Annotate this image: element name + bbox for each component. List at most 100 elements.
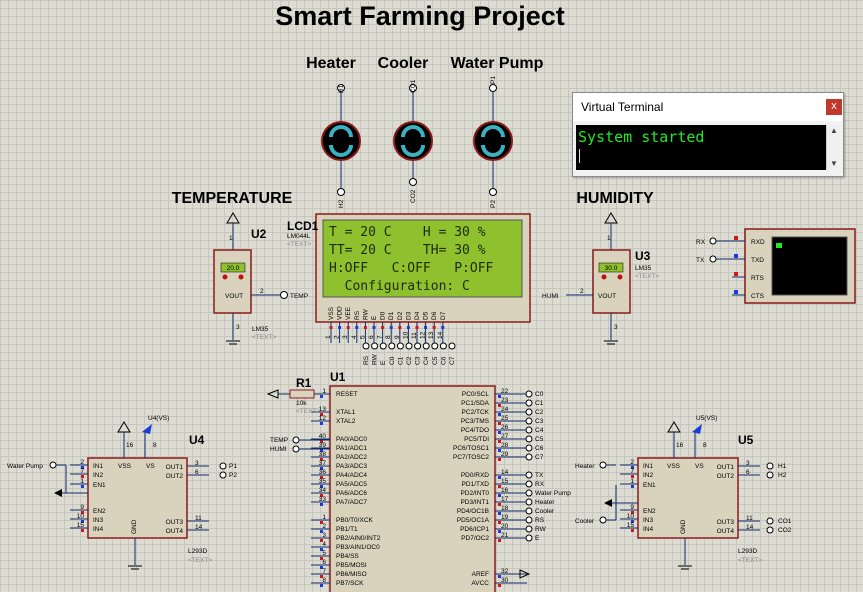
u4-left-pin-number: 2 <box>80 459 84 466</box>
virtual-terminal-symbol[interactable]: RXD TXD RTS CTS RX TX <box>696 228 856 304</box>
mcu-left-pin-number: 38 <box>319 451 327 458</box>
lcd-pin-marker <box>424 326 428 329</box>
mcu-left-pin-number: 2 <box>322 523 326 530</box>
lcd-pin-name: D1 <box>388 311 395 320</box>
schematic-canvas[interactable]: Smart Farming Project Heater Cooler Wate… <box>0 0 863 592</box>
mcu-net-label: RS <box>535 517 545 524</box>
mcu-left-pin-name: PA3/ADC3 <box>336 463 367 470</box>
u5-pin-marker <box>631 529 634 532</box>
r1-value: 10k <box>296 400 307 407</box>
lcd-pin-marker <box>389 326 393 329</box>
project-title: Smart Farming Project <box>275 1 565 31</box>
mcu-right-pin-number: 26 <box>501 424 509 431</box>
u5-left-pin-name: EN1 <box>643 482 656 489</box>
u4-out1-net: P1 <box>229 463 237 470</box>
cooler-motor[interactable]: CO1 CO2 <box>393 79 433 203</box>
u3-ref: U3 <box>635 249 651 263</box>
lcd-pin-number: 12 <box>420 331 427 339</box>
water-pump-motor[interactable]: P1 P2 <box>473 76 513 208</box>
u2-pin1: 1 <box>229 235 233 242</box>
mcu-pin-marker <box>320 503 323 506</box>
u2-vout-label: VOUT <box>225 293 243 300</box>
mcu-net-terminal <box>525 480 533 488</box>
u5-out3-net: CO1 <box>778 518 792 525</box>
lcd-pin-marker <box>381 326 385 329</box>
lcd-bus-label: RS <box>363 355 370 365</box>
mcu-right-pin-name: PD2/INT0 <box>460 490 489 497</box>
mcu-temp-net: TEMP <box>270 437 288 444</box>
lcd-pin-marker <box>338 326 342 329</box>
motor-driver-u5[interactable]: U5 U5(VS) 16 8 VSS VS GND 2 IN1 7 IN2 1 EN1 9 E… <box>575 415 792 570</box>
lcd-bus-label: C0 <box>389 356 396 365</box>
mcu-left-pin-name: PB0/T0/XCK <box>336 517 374 524</box>
u5-pin8: 8 <box>703 442 707 449</box>
mcu-pin-marker <box>498 458 501 461</box>
mcu-right-pin-number: 28 <box>501 442 509 449</box>
u5-left-pin-number: 7 <box>630 468 634 475</box>
mcu-net-terminal <box>525 426 533 434</box>
mcu-net-label: Cooler <box>535 508 555 515</box>
lcd-bus-label: C7 <box>449 356 456 365</box>
u5-out4-net: CO2 <box>778 527 792 534</box>
u5-left-pin-number: 10 <box>627 513 635 520</box>
lcd-pin-marker <box>415 326 419 329</box>
u5-left-pin-name: IN3 <box>643 517 654 524</box>
u3-display: 30.0 <box>605 265 618 272</box>
mcu-pin-marker <box>320 422 323 425</box>
lcd-bus-label: RW <box>372 353 379 365</box>
scroll-down-icon[interactable]: ▼ <box>828 159 840 169</box>
u4-vs: VS <box>146 463 155 470</box>
terminal-scrollbar[interactable]: ▲ ▼ <box>826 125 841 170</box>
humidity-sensor-u3[interactable]: 30.0 VOUT HUMI U3 1 2 3 LM35 <TEXT> <box>542 212 659 345</box>
mcu-right-pin-number: 24 <box>501 406 509 413</box>
mcu-left-pin-number: 6 <box>322 559 326 566</box>
mcu-left-pin-name: RESET <box>336 391 358 398</box>
u4-left-pin-name: IN2 <box>93 472 104 479</box>
mcu-right-pin-name: AVCC <box>471 580 489 587</box>
mcu-right-pin-number: 27 <box>501 433 509 440</box>
mcu-net-terminal <box>525 525 533 533</box>
mcu-right-pin-name: PD5/OC1A <box>457 517 490 524</box>
cooler-bottom-pin-label: CO2 <box>410 189 417 203</box>
u5-pin-marker <box>631 485 634 488</box>
mcu-net-label: C4 <box>535 427 544 434</box>
lcd-line-4: Configuration: C <box>329 279 470 294</box>
mcu-left-pin-name: PB6/MISO <box>336 571 367 578</box>
terminal-output-area[interactable]: System started <box>576 125 826 170</box>
mcu-left-pin-number: 37 <box>319 460 327 467</box>
lcd-pin-number: 11 <box>411 332 418 339</box>
u4-right-pin-number: 14 <box>195 524 203 531</box>
u5-right-pin-name: OUT4 <box>717 528 735 535</box>
mcu-right-pin-number: 14 <box>501 469 509 476</box>
u5-right-pin-name: OUT1 <box>717 464 735 471</box>
u3-vout-label: VOUT <box>598 293 616 300</box>
lcd-bus-terminal <box>371 342 379 350</box>
u5-right-pin-number: 14 <box>746 524 754 531</box>
mcu-net-terminal <box>525 435 533 443</box>
mcu-right-pin-name: PC1/SDA <box>461 400 489 407</box>
mcu-left-pin-name: PA7/ADC7 <box>336 499 367 506</box>
u5-right-pin-name: OUT2 <box>717 473 735 480</box>
mcu-right-pin-name: PD4/OC1B <box>457 508 489 515</box>
mcu-right-pin-name: PC4/TDO <box>461 427 489 434</box>
close-button[interactable]: x <box>826 99 842 115</box>
mcu-right-pin-name: PC0/SCL <box>462 391 489 398</box>
motor-driver-u4[interactable]: U4 U4(VS) 16 8 VSS VS GND 2 IN1 7 IN2 1 EN1 9 E… <box>7 415 237 570</box>
lcd-display[interactable]: T = 20 C H = 30 % TT= 20 C TH= 30 % H:OF… <box>287 213 531 365</box>
u2-text: <TEXT> <box>252 334 276 341</box>
mcu-left-pin-number: 33 <box>319 496 327 503</box>
u5-right-pin-number: 11 <box>746 515 753 522</box>
u5-gnd: GND <box>680 519 687 534</box>
virtual-terminal-window[interactable]: Virtual Terminal x System started ▲ ▼ <box>572 92 844 177</box>
lcd-pin-marker <box>398 326 402 329</box>
lcd-bus-terminal <box>422 342 430 350</box>
microcontroller-u1[interactable]: U1 1 RESET13 XTAL112 XTAL240 PA0/ADC039 PA1/A… <box>270 370 571 592</box>
scroll-up-icon[interactable]: ▲ <box>828 126 840 136</box>
water-pump-label: Water Pump <box>451 55 544 72</box>
mcu-left-pin-name: PB2/AIN0/INT2 <box>336 535 381 542</box>
heater-motor[interactable]: H1 H2 <box>321 84 361 208</box>
r1-text: <TEXT> <box>296 408 320 415</box>
mcu-left-pin-name: XTAL2 <box>336 418 356 425</box>
u4-left-pin-number: 10 <box>77 513 85 520</box>
virtual-terminal-titlebar[interactable]: Virtual Terminal x <box>573 93 843 121</box>
